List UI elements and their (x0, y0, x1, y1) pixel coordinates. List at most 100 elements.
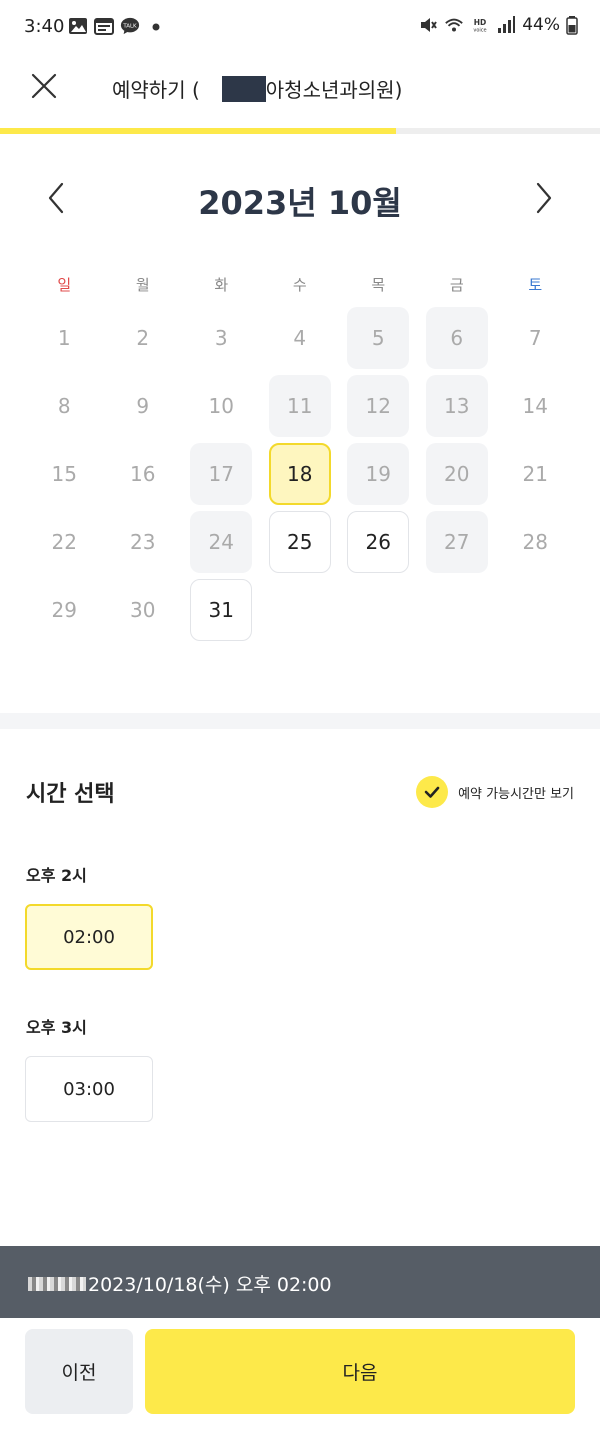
calendar-icon (94, 18, 114, 35)
calendar-day: 21 (522, 462, 548, 486)
day-cell: 26 (339, 508, 418, 576)
page-title: 예약하기 ( 아청소년과의원) (112, 74, 402, 103)
calendar-day: 5 (347, 307, 410, 369)
day-cell: 11 (261, 372, 340, 440)
redacted-block (221, 75, 266, 102)
weekday-label: 목 (371, 276, 386, 294)
calendar-day: 29 (51, 598, 77, 622)
day-cell: 18 (261, 440, 340, 508)
available-only-toggle[interactable]: 예약 가능시간만 보기 (416, 776, 574, 808)
progress-bar (0, 128, 600, 134)
prev-button[interactable]: 이전 (25, 1329, 133, 1414)
calendar-day: 28 (522, 530, 548, 554)
calendar-day: 27 (425, 511, 488, 573)
day-cell: 2 (104, 304, 183, 372)
header: 예약하기 ( 아청소년과의원) (0, 56, 600, 124)
day-cell: 21 (496, 440, 575, 508)
calendar-day: 20 (425, 443, 488, 505)
calendar-day: 19 (347, 443, 410, 505)
calendar-day: 2 (136, 326, 150, 350)
time-slot[interactable]: 02:00 (25, 904, 153, 970)
hd-voice-icon: HDvoice (474, 18, 487, 34)
weekday-label: 금 (449, 276, 464, 294)
day-cell: 23 (104, 508, 183, 576)
day-cell: 22 (25, 508, 104, 576)
day-cell: 3 (182, 304, 261, 372)
calendar-day[interactable]: 25 (268, 511, 331, 573)
calendar-day: 3 (214, 326, 228, 350)
calendar-day-selected[interactable]: 18 (268, 443, 331, 505)
day-cell: 7 (496, 304, 575, 372)
time-group-label: 오후 2시 (26, 866, 87, 885)
status-bar: 3:40 TALK HD voice 44% (0, 0, 600, 56)
chevron-right-icon[interactable] (530, 180, 558, 216)
calendar-day: 16 (130, 462, 156, 486)
weekday-label: 화 (214, 276, 229, 294)
dot-icon (152, 23, 160, 31)
wifi-icon (445, 18, 463, 32)
calendar-grid: 1 2 3 4 5 6 7 8 9 10 11 12 13 14 15 16 17 18 19 20 21 22 23 24 2… (25, 304, 575, 644)
calendar-day[interactable]: 26 (347, 511, 410, 573)
time-section-title: 시간 선택 (26, 782, 115, 807)
calendar-day: 24 (190, 511, 253, 573)
weekday-header: 일월화수목금토 (25, 270, 575, 300)
day-cell: 4 (261, 304, 340, 372)
calendar-day: 11 (268, 375, 331, 437)
title-prefix: 예약하기 ( (112, 78, 200, 102)
section-divider (0, 713, 600, 729)
day-cell: 12 (339, 372, 418, 440)
day-cell: 6 (418, 304, 497, 372)
calendar-day: 14 (522, 394, 548, 418)
day-cell: 19 (339, 440, 418, 508)
next-button[interactable]: 다음 (145, 1329, 575, 1414)
selection-summary: 2023/10/18(수) 오후 02:00 (28, 1270, 332, 1297)
image-icon (69, 18, 87, 34)
time-slot[interactable]: 03:00 (25, 1056, 153, 1122)
calendar-day[interactable]: 31 (190, 579, 253, 641)
selection-summary-bar: 2023/10/18(수) 오후 02:00 (0, 1246, 600, 1318)
calendar-day: 4 (293, 326, 307, 350)
day-cell: 25 (261, 508, 340, 576)
calendar-day: 10 (208, 394, 234, 418)
battery-percent: 44% (522, 15, 560, 35)
status-time: 3:40 (24, 16, 65, 37)
calendar-day: 6 (425, 307, 488, 369)
mute-icon (421, 18, 438, 32)
time-group-label: 오후 3시 (26, 1018, 87, 1037)
day-cell: 5 (339, 304, 418, 372)
calendar-day: 1 (57, 326, 71, 350)
calendar-day: 23 (130, 530, 156, 554)
day-cell: 13 (418, 372, 497, 440)
svg-text:TALK: TALK (122, 23, 137, 29)
weekday-label: 수 (292, 276, 307, 294)
title-suffix: 아청소년과의원) (265, 78, 403, 102)
calendar-day: 17 (190, 443, 253, 505)
redacted-name (28, 1276, 86, 1291)
day-cell: 20 (418, 440, 497, 508)
day-cell: 8 (25, 372, 104, 440)
status-system-icons: HD voice 44% (418, 15, 578, 35)
check-icon[interactable] (416, 776, 449, 808)
day-cell: 28 (496, 508, 575, 576)
day-cell: 14 (496, 372, 575, 440)
day-cell: 30 (104, 576, 183, 644)
calendar-day: 12 (347, 375, 410, 437)
svg-text:voice: voice (474, 28, 487, 34)
close-icon[interactable] (28, 70, 60, 102)
calendar-day: 22 (51, 530, 77, 554)
calendar-day: 13 (425, 375, 488, 437)
day-cell: 10 (182, 372, 261, 440)
calendar-day: 30 (130, 598, 156, 622)
day-cell: 24 (182, 508, 261, 576)
battery-icon (566, 16, 578, 35)
day-cell: 15 (25, 440, 104, 508)
weekday-label: 토 (528, 276, 543, 294)
day-cell: 17 (182, 440, 261, 508)
status-notification-icons: TALK (68, 16, 166, 36)
calendar-day: 8 (57, 394, 71, 418)
signal-icon (498, 16, 516, 33)
day-cell: 9 (104, 372, 183, 440)
summary-datetime: 2023/10/18(수) 오후 02:00 (88, 1274, 332, 1296)
day-cell: 27 (418, 508, 497, 576)
day-cell: 1 (25, 304, 104, 372)
